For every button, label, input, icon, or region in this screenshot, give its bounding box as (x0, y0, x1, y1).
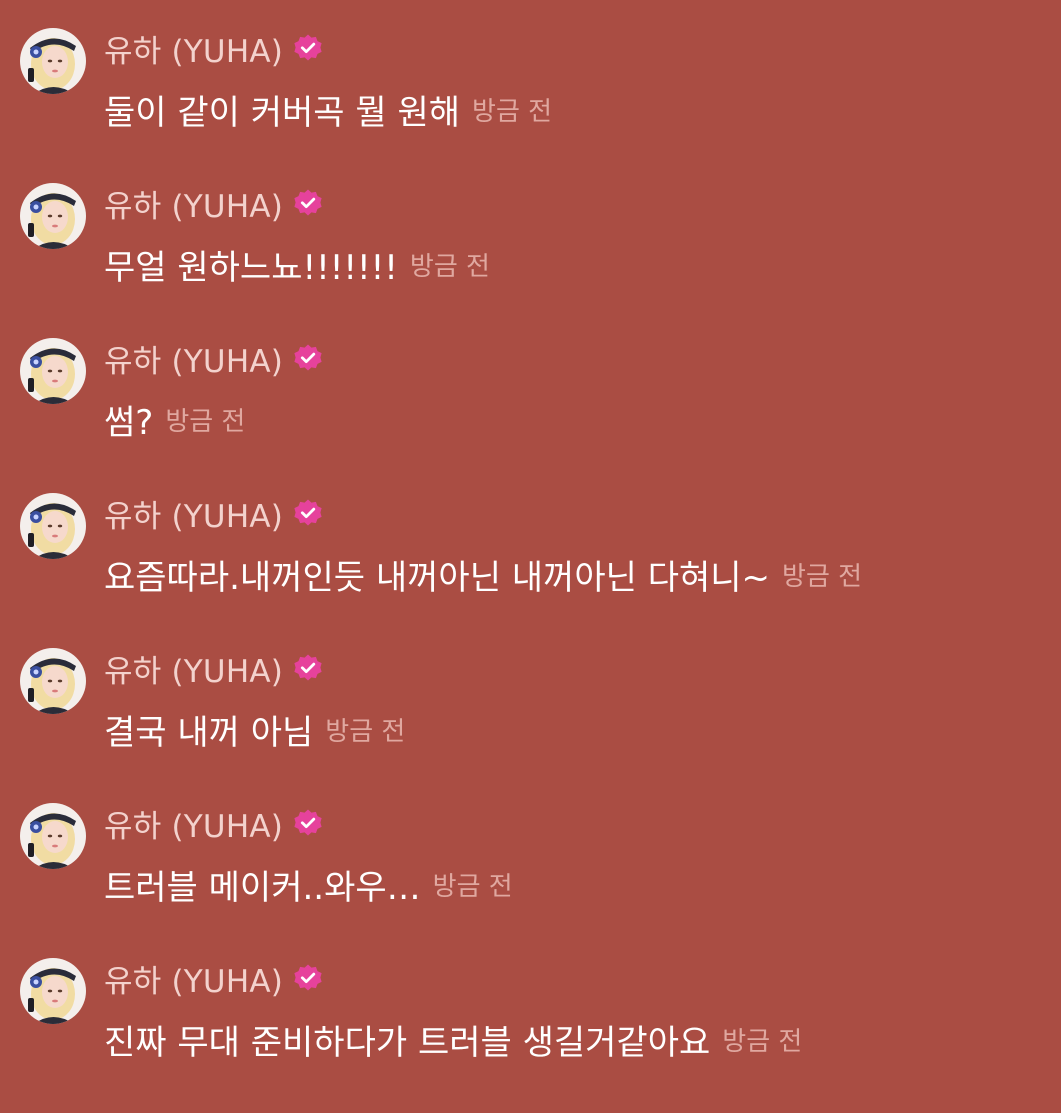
avatar[interactable] (20, 28, 86, 94)
author-row: 유하 (YUHA) (104, 26, 323, 71)
avatar[interactable] (20, 803, 86, 869)
message-timestamp: 방금 전 (472, 96, 553, 127)
chat-message: 유하 (YUHA) 요즘따라.내꺼인듯 내꺼아닌 내꺼아닌 다혀니~ 방금 전 (0, 493, 1061, 648)
message-text: 무얼 원하느뇨!!!!!!! (104, 247, 398, 288)
verified-badge-icon (293, 33, 323, 63)
message-row: 결국 내꺼 아님 방금 전 (104, 704, 405, 754)
message-row: 무얼 원하느뇨!!!!!!! 방금 전 (104, 239, 490, 289)
chat-message: 유하 (YUHA) 둘이 같이 커버곡 뭘 원해 방금 전 (0, 28, 1061, 183)
chat-message: 유하 (YUHA) 진짜 무대 준비하다가 트러블 생길거같아요 방금 전 (0, 958, 1061, 1113)
verified-badge-icon (293, 653, 323, 683)
verified-badge-icon (293, 498, 323, 528)
author-name[interactable]: 유하 (YUHA) (104, 956, 283, 1001)
avatar[interactable] (20, 493, 86, 559)
message-timestamp: 방금 전 (782, 561, 863, 592)
message-row: 트러블 메이커..와우… 방금 전 (104, 859, 513, 909)
message-row: 진짜 무대 준비하다가 트러블 생길거같아요 방금 전 (104, 1014, 802, 1064)
verified-badge-icon (293, 188, 323, 218)
verified-badge-icon (293, 808, 323, 838)
author-row: 유하 (YUHA) (104, 336, 323, 381)
author-row: 유하 (YUHA) (104, 181, 323, 226)
message-timestamp: 방금 전 (165, 406, 246, 437)
avatar[interactable] (20, 648, 86, 714)
chat-message: 유하 (YUHA) 결국 내꺼 아님 방금 전 (0, 648, 1061, 803)
avatar[interactable] (20, 958, 86, 1024)
author-row: 유하 (YUHA) (104, 491, 323, 536)
verified-badge-icon (293, 963, 323, 993)
message-text: 썸? (104, 402, 154, 443)
message-text: 진짜 무대 준비하다가 트러블 생길거같아요 (104, 1022, 711, 1063)
verified-badge-icon (293, 343, 323, 373)
avatar[interactable] (20, 183, 86, 249)
chat-message: 유하 (YUHA) 썸? 방금 전 (0, 338, 1061, 493)
avatar[interactable] (20, 338, 86, 404)
chat-message: 유하 (YUHA) 트러블 메이커..와우… 방금 전 (0, 803, 1061, 958)
message-timestamp: 방금 전 (432, 871, 513, 902)
author-name[interactable]: 유하 (YUHA) (104, 646, 283, 691)
message-text: 결국 내꺼 아님 (104, 712, 314, 753)
author-name[interactable]: 유하 (YUHA) (104, 26, 283, 71)
author-row: 유하 (YUHA) (104, 956, 323, 1001)
message-text: 둘이 같이 커버곡 뭘 원해 (104, 92, 461, 133)
message-row: 요즘따라.내꺼인듯 내꺼아닌 내꺼아닌 다혀니~ 방금 전 (104, 549, 862, 599)
message-timestamp: 방금 전 (722, 1026, 803, 1057)
author-name[interactable]: 유하 (YUHA) (104, 491, 283, 536)
author-name[interactable]: 유하 (YUHA) (104, 336, 283, 381)
chat-message: 유하 (YUHA) 무얼 원하느뇨!!!!!!! 방금 전 (0, 183, 1061, 338)
author-name[interactable]: 유하 (YUHA) (104, 801, 283, 846)
message-timestamp: 방금 전 (325, 716, 406, 747)
author-row: 유하 (YUHA) (104, 801, 323, 846)
message-text: 요즘따라.내꺼인듯 내꺼아닌 내꺼아닌 다혀니~ (104, 557, 771, 598)
message-row: 썸? 방금 전 (104, 394, 245, 444)
author-name[interactable]: 유하 (YUHA) (104, 181, 283, 226)
message-timestamp: 방금 전 (409, 251, 490, 282)
message-text: 트러블 메이커..와우… (104, 867, 421, 908)
author-row: 유하 (YUHA) (104, 646, 323, 691)
message-row: 둘이 같이 커버곡 뭘 원해 방금 전 (104, 84, 552, 134)
chat-feed: 유하 (YUHA) 둘이 같이 커버곡 뭘 원해 방금 전 유하 (YUHA) … (0, 0, 1061, 1103)
